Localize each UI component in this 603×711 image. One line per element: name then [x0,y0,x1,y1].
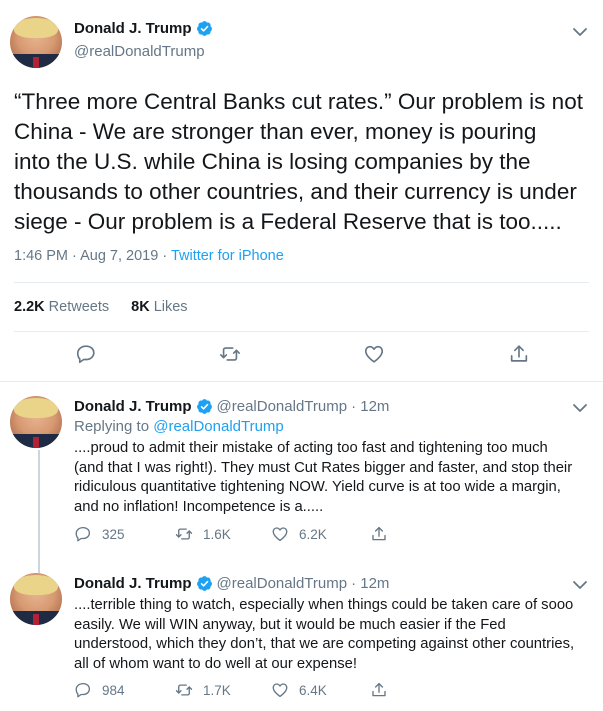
reply-action[interactable]: 325 [74,525,125,543]
retweet-icon[interactable] [175,681,193,699]
retweet-icon[interactable] [175,525,193,543]
likes-stat[interactable]: 8K Likes [131,299,187,315]
tweet-text: “Three more Central Banks cut rates.” Ou… [14,89,583,234]
retweet-icon[interactable] [219,343,241,365]
reply-count: 984 [102,682,125,698]
replying-to-link[interactable]: @realDonaldTrump [153,418,284,435]
tweet-timestamp[interactable]: 1:46 PM · Aug 7, 2019 · [14,248,167,264]
author-name[interactable]: Donald J. Trump [74,398,192,415]
reply-icon[interactable] [75,343,97,365]
retweet-action[interactable]: 1.6K [175,525,231,543]
tweet-timestamp[interactable]: · 12m [351,575,389,592]
verified-badge-icon [196,576,212,591]
share-action[interactable] [370,681,398,699]
avatar[interactable] [10,573,62,625]
reply-tweet[interactable]: Donald J. Trump @realDonaldTrump · 12m .… [0,569,603,711]
share-icon[interactable] [370,681,388,699]
likes-label: Likes [153,299,188,315]
main-tweet: Donald J. Trump @realDonaldTrump “Three … [0,0,603,382]
tweet-text: ....proud to admit their mistake of acti… [74,440,573,515]
tweet-source-link[interactable]: Twitter for iPhone [171,248,284,264]
avatar[interactable] [10,16,62,68]
author-name-row[interactable]: Donald J. Trump [74,20,213,37]
reply-tweet[interactable]: Donald J. Trump @realDonaldTrump · 12m R… [0,382,603,569]
tweet-stats: 2.2K Retweets 8K Likes [14,299,188,315]
share-action[interactable] [370,525,398,543]
reply-header: Donald J. Trump @realDonaldTrump · 12m [74,398,389,415]
heart-icon[interactable] [363,343,385,365]
author-handle[interactable]: @realDonaldTrump [217,575,348,592]
chevron-down-icon[interactable] [571,579,589,591]
author-handle[interactable]: @realDonaldTrump [217,398,348,415]
retweet-count: 1.7K [203,682,231,698]
reply-header: Donald J. Trump @realDonaldTrump · 12m [74,575,389,592]
reply-icon[interactable] [74,681,92,699]
retweets-count: 2.2K [14,299,45,315]
reply-action[interactable]: 984 [74,681,125,699]
retweets-stat[interactable]: 2.2K Retweets [14,299,109,315]
tweet-timestamp[interactable]: · 12m [351,398,389,415]
share-icon[interactable] [508,343,530,365]
retweet-action[interactable]: 1.7K [175,681,231,699]
tweet-meta: 1:46 PM · Aug 7, 2019 · Twitter for iPho… [14,248,284,264]
retweet-count: 1.6K [203,526,231,542]
author-name[interactable]: Donald J. Trump [74,20,192,37]
reply-count: 325 [102,526,125,542]
divider [14,331,589,332]
reply-icon[interactable] [74,525,92,543]
retweets-label: Retweets [48,299,110,315]
replying-to: Replying to @realDonaldTrump [74,418,284,435]
heart-icon[interactable] [271,525,289,543]
tweet-text: ....terrible thing to watch, especially … [74,597,575,672]
chevron-down-icon[interactable] [571,26,589,38]
likes-count: 8K [131,299,150,315]
like-action[interactable]: 6.2K [271,525,327,543]
author-name[interactable]: Donald J. Trump [74,575,192,592]
like-action[interactable]: 6.4K [271,681,327,699]
verified-badge-icon [196,21,212,36]
like-count: 6.2K [299,526,327,542]
divider [14,282,589,283]
author-handle[interactable]: @realDonaldTrump [74,43,205,60]
tweet-actions [0,343,603,369]
share-icon[interactable] [370,525,388,543]
avatar[interactable] [10,396,62,448]
chevron-down-icon[interactable] [571,402,589,414]
verified-badge-icon [196,399,212,414]
thread-line [38,450,40,569]
heart-icon[interactable] [271,681,289,699]
replying-to-label: Replying to [74,418,150,435]
like-count: 6.4K [299,682,327,698]
